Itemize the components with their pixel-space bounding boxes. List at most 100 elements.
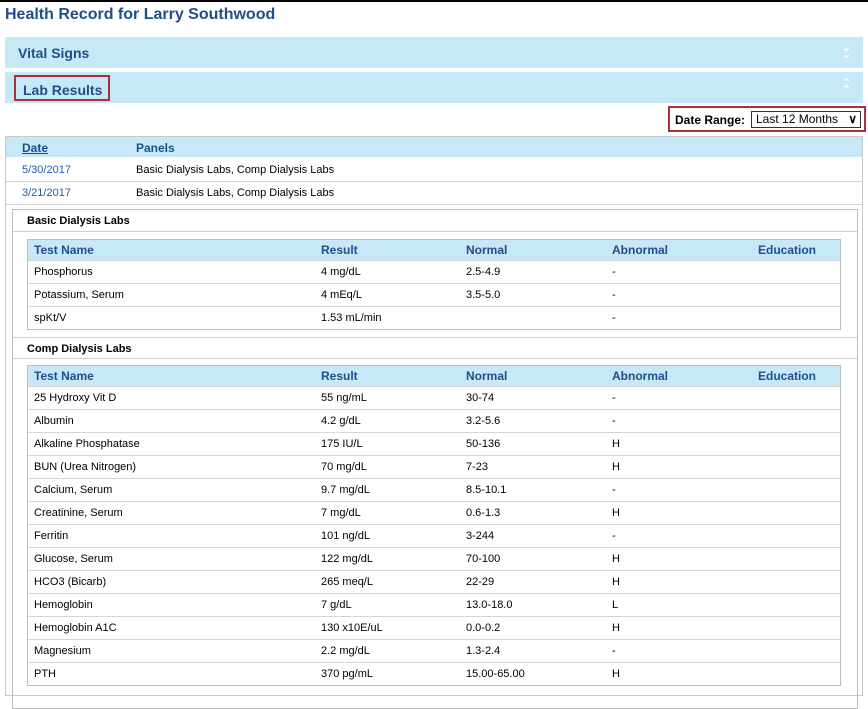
section-vital-signs[interactable]: Vital Signs ⌄ ⌄ (5, 37, 863, 68)
abnormal-cell: - (612, 392, 616, 404)
lab-table-row: Albumin 4.2 g/dL 3.2-5.6 - (28, 409, 840, 432)
lab-table-row: Phosphorus 4 mg/dL 2.5-4.9 - (28, 260, 840, 283)
lab-table-header: Test Name Result Normal Abnormal Educati… (28, 366, 840, 386)
normal-cell: 7-23 (466, 461, 489, 473)
normal-cell: 50-136 (466, 438, 501, 450)
lab-table-header: Test Name Result Normal Abnormal Educati… (28, 240, 840, 260)
date-row: 3/21/2017 Basic Dialysis Labs, Comp Dial… (6, 182, 862, 205)
date-range-filter: Date Range: Last 12 Months ∨ (668, 106, 866, 132)
lab-table-row: Hemoglobin 7 g/dL 13.0-18.0 L (28, 593, 840, 616)
lab-table-row: HCO3 (Bicarb) 265 meq/L 22-29 H (28, 570, 840, 593)
result-cell: 2.2 mg/dL (321, 645, 370, 657)
result-cell: 4.2 g/dL (321, 415, 361, 427)
abnormal-cell: - (612, 415, 616, 427)
test-name-cell: BUN (Urea Nitrogen) (34, 461, 137, 473)
normal-cell: 13.0-18.0 (466, 599, 513, 611)
section-lab-results-label[interactable]: Lab Results (23, 82, 102, 98)
section-lab-results[interactable]: Lab Results ⌃ ⌃ (5, 72, 863, 103)
test-name-cell: Phosphorus (34, 266, 93, 278)
abnormal-cell: H (612, 576, 620, 588)
normal-cell: 1.3-2.4 (466, 645, 501, 657)
abnormal-cell: - (612, 530, 616, 542)
test-name-cell: spKt/V (34, 312, 67, 324)
normal-cell: 22-29 (466, 576, 495, 588)
lab-panels-container: Basic Dialysis Labs Test Name Result Nor… (12, 209, 858, 709)
result-cell: 9.7 mg/dL (321, 484, 370, 496)
result-cell: 175 IU/L (321, 438, 363, 450)
test-name-cell: Hemoglobin (34, 599, 93, 611)
chevron-double-down-icon[interactable]: ⌄ ⌄ (842, 43, 851, 61)
basic-panel-title: Basic Dialysis Labs (13, 210, 857, 232)
dates-table-header: Date Panels (6, 137, 862, 157)
test-name-cell: Creatinine, Serum (34, 507, 123, 519)
test-name-cell: Ferritin (34, 530, 69, 542)
result-cell: 370 pg/mL (321, 668, 373, 680)
test-name-cell: Hemoglobin A1C (34, 622, 117, 634)
result-cell: 7 mg/dL (321, 507, 361, 519)
normal-cell: 0.0-0.2 (466, 622, 501, 634)
result-cell: 1.53 mL/min (321, 312, 382, 324)
chevron-down-icon: ∨ (848, 112, 857, 126)
lab-table-row: Creatinine, Serum 7 mg/dL 0.6-1.3 H (28, 501, 840, 524)
comp-lab-table: Test Name Result Normal Abnormal Educati… (27, 365, 841, 686)
panels-text: Basic Dialysis Labs, Comp Dialysis Labs (136, 187, 335, 199)
abnormal-header: Abnormal (612, 243, 669, 257)
comp-panel-title: Comp Dialysis Labs (13, 337, 857, 359)
abnormal-cell: H (612, 622, 620, 634)
result-cell: 4 mEq/L (321, 289, 362, 301)
result-header: Result (321, 243, 358, 257)
education-header: Education (758, 369, 817, 383)
test-name-cell: HCO3 (Bicarb) (34, 576, 107, 588)
date-column-header[interactable]: Date (22, 141, 48, 155)
result-cell: 55 ng/mL (321, 392, 367, 404)
section-vital-signs-label[interactable]: Vital Signs (18, 45, 89, 61)
lab-results-content: Date Panels 5/30/2017 Basic Dialysis Lab… (5, 136, 863, 709)
normal-cell: 70-100 (466, 553, 501, 565)
date-link[interactable]: 5/30/2017 (22, 164, 71, 176)
test-name-header: Test Name (34, 243, 94, 257)
normal-header: Normal (466, 243, 508, 257)
abnormal-cell: - (612, 484, 616, 496)
test-name-cell: Albumin (34, 415, 74, 427)
abnormal-cell: H (612, 461, 620, 473)
abnormal-cell: - (612, 266, 616, 278)
abnormal-cell: - (612, 312, 616, 324)
date-link[interactable]: 3/21/2017 (22, 187, 71, 199)
lab-results-label-highlight[interactable]: Lab Results (14, 75, 110, 101)
lab-table-row: Ferritin 101 ng/dL 3-244 - (28, 524, 840, 547)
test-name-cell: Potassium, Serum (34, 289, 124, 301)
abnormal-cell: H (612, 438, 620, 450)
test-name-cell: Glucose, Serum (34, 553, 113, 565)
test-name-cell: PTH (34, 668, 56, 680)
lab-table-row: Magnesium 2.2 mg/dL 1.3-2.4 - (28, 639, 840, 662)
result-cell: 7 g/dL (321, 599, 352, 611)
test-name-cell: Calcium, Serum (34, 484, 113, 496)
result-header: Result (321, 369, 358, 383)
abnormal-cell: H (612, 668, 620, 680)
date-range-label: Date Range: (675, 113, 746, 127)
normal-cell: 30-74 (466, 392, 495, 404)
normal-cell: 3.2-5.6 (466, 415, 501, 427)
lab-table-row: PTH 370 pg/mL 15.00-65.00 H (28, 662, 840, 685)
abnormal-cell: H (612, 507, 620, 519)
lab-table-row: Alkaline Phosphatase 175 IU/L 50-136 H (28, 432, 840, 455)
result-cell: 4 mg/dL (321, 266, 361, 278)
test-name-cell: Alkaline Phosphatase (34, 438, 140, 450)
lab-table-row: Hemoglobin A1C 130 x10E/uL 0.0-0.2 H (28, 616, 840, 639)
panels-column-header: Panels (136, 141, 175, 155)
normal-cell: 3.5-5.0 (466, 289, 501, 301)
normal-cell: 15.00-65.00 (466, 668, 525, 680)
lab-table-row: Calcium, Serum 9.7 mg/dL 8.5-10.1 - (28, 478, 840, 501)
panels-text: Basic Dialysis Labs, Comp Dialysis Labs (136, 164, 335, 176)
normal-cell: 2.5-4.9 (466, 266, 501, 278)
result-cell: 130 x10E/uL (321, 622, 383, 634)
chevron-double-up-icon[interactable]: ⌃ ⌃ (842, 78, 851, 96)
page-title: Health Record for Larry Southwood (5, 6, 276, 23)
test-name-header: Test Name (34, 369, 94, 383)
result-cell: 122 mg/dL (321, 553, 373, 565)
lab-table-row: spKt/V 1.53 mL/min - (28, 306, 840, 329)
basic-lab-table: Test Name Result Normal Abnormal Educati… (27, 239, 841, 330)
abnormal-cell: L (612, 599, 619, 611)
abnormal-header: Abnormal (612, 369, 669, 383)
date-range-select[interactable]: Last 12 Months ∨ (751, 111, 861, 128)
